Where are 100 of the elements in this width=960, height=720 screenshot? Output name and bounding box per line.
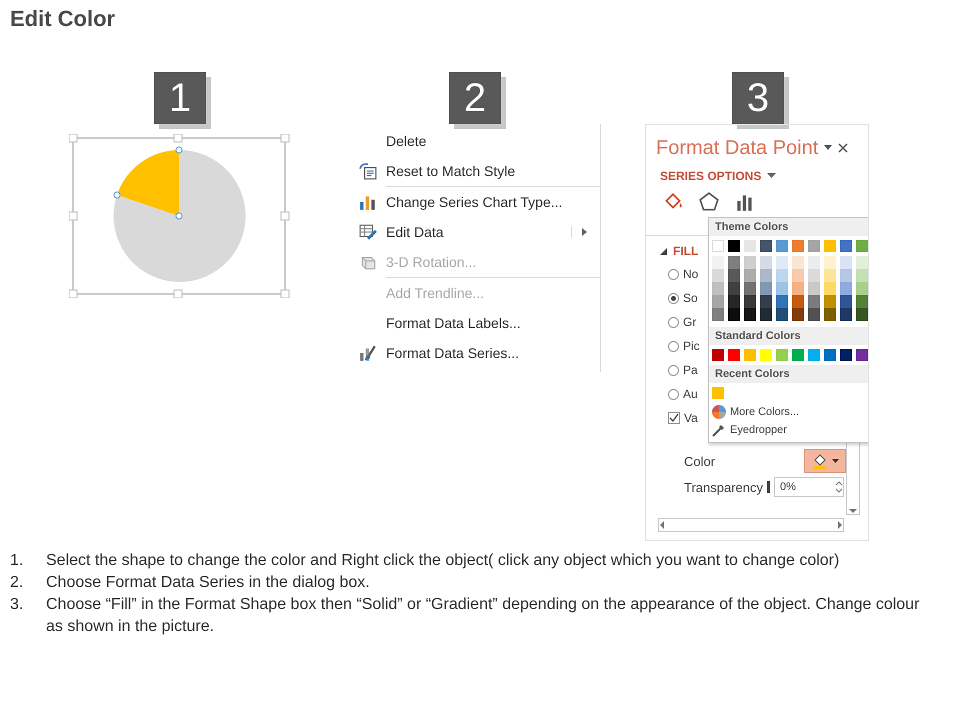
color-swatch[interactable] — [824, 256, 836, 269]
radio-button[interactable] — [668, 292, 679, 304]
color-swatch[interactable] — [728, 295, 740, 308]
color-swatch[interactable] — [760, 269, 772, 282]
color-swatch[interactable] — [792, 240, 804, 252]
color-swatch[interactable] — [824, 282, 836, 295]
caret-icon[interactable] — [767, 173, 776, 179]
color-swatch[interactable] — [760, 349, 772, 361]
slider-thumb[interactable] — [767, 481, 770, 493]
scroll-bar[interactable] — [658, 518, 844, 532]
color-swatch[interactable] — [712, 308, 724, 321]
color-swatch[interactable] — [792, 308, 804, 321]
color-swatch[interactable] — [760, 295, 772, 308]
color-swatch[interactable] — [744, 269, 756, 282]
menu-item[interactable]: Edit Data — [350, 217, 600, 247]
menu-link[interactable]: Eyedropper — [730, 424, 787, 436]
radio-button[interactable] — [668, 340, 679, 352]
color-swatch[interactable] — [744, 256, 756, 269]
color-swatch[interactable] — [824, 269, 836, 282]
color-swatch[interactable] — [712, 240, 724, 252]
color-swatch[interactable] — [728, 282, 740, 295]
color-swatch[interactable] — [856, 308, 868, 321]
selected-pie-slice[interactable] — [114, 146, 182, 220]
color-swatch[interactable] — [840, 349, 852, 361]
menu-item[interactable]: Format Data Series... — [350, 338, 600, 368]
color-swatch[interactable] — [728, 308, 740, 321]
color-swatch[interactable] — [744, 308, 756, 321]
color-swatch[interactable] — [840, 256, 852, 269]
color-swatch[interactable] — [840, 308, 852, 321]
color-swatch[interactable] — [808, 295, 820, 308]
color-swatch[interactable] — [744, 240, 756, 252]
color-swatch[interactable] — [856, 256, 868, 269]
radio-button[interactable] — [668, 364, 679, 376]
menu-item[interactable]: Format Data Labels... — [350, 308, 600, 338]
color-swatch[interactable] — [824, 240, 836, 252]
color-swatch[interactable] — [776, 269, 788, 282]
color-swatch[interactable] — [728, 349, 740, 361]
color-swatch[interactable] — [744, 295, 756, 308]
radio-button[interactable] — [668, 268, 679, 280]
color-swatch[interactable] — [760, 308, 772, 321]
color-swatch[interactable] — [808, 282, 820, 295]
color-swatch[interactable] — [760, 240, 772, 252]
scroll-bar[interactable] — [846, 443, 860, 515]
color-swatch[interactable] — [760, 256, 772, 269]
menu-link[interactable]: More Colors... — [730, 406, 800, 418]
color-swatch[interactable] — [776, 240, 788, 252]
color-swatch[interactable] — [712, 282, 724, 295]
color-swatch[interactable] — [856, 240, 868, 252]
color-swatch[interactable] — [776, 295, 788, 308]
color-swatch[interactable] — [856, 295, 868, 308]
spin-arrows-icon[interactable] — [835, 480, 843, 494]
color-swatch[interactable] — [712, 269, 724, 282]
color-swatch[interactable] — [776, 308, 788, 321]
color-swatch[interactable] — [712, 295, 724, 308]
selection-frame[interactable] — [69, 134, 290, 298]
color-swatch[interactable] — [792, 349, 804, 361]
color-swatch[interactable] — [728, 269, 740, 282]
color-swatch[interactable] — [712, 256, 724, 269]
dropdown-icon[interactable] — [824, 145, 832, 151]
color-swatch[interactable] — [792, 256, 804, 269]
color-swatch[interactable] — [840, 269, 852, 282]
close-icon[interactable] — [838, 143, 848, 153]
color-swatch[interactable] — [840, 282, 852, 295]
color-swatch[interactable] — [808, 308, 820, 321]
color-swatch[interactable] — [856, 269, 868, 282]
collapse-triangle-icon[interactable] — [660, 248, 667, 254]
section-dropdown[interactable]: SERIES OPTIONS — [660, 169, 762, 183]
color-swatch[interactable] — [792, 282, 804, 295]
color-swatch[interactable] — [728, 240, 740, 252]
menu-item[interactable]: Reset to Match Style — [350, 156, 600, 186]
color-swatch[interactable] — [712, 349, 724, 361]
menu-item[interactable]: Change Series Chart Type... — [386, 186, 600, 217]
color-swatch[interactable] — [824, 308, 836, 321]
color-swatch[interactable] — [792, 269, 804, 282]
transparency-field[interactable]: 0% — [774, 477, 844, 497]
color-swatch[interactable] — [840, 295, 852, 308]
color-swatch[interactable] — [840, 240, 852, 252]
pentagon-icon[interactable] — [698, 191, 720, 213]
color-swatch[interactable] — [760, 282, 772, 295]
color-swatch[interactable] — [808, 269, 820, 282]
radio-button[interactable] — [668, 316, 679, 328]
color-swatch[interactable] — [824, 349, 836, 361]
color-swatch[interactable] — [856, 282, 868, 295]
color-swatch[interactable] — [808, 240, 820, 252]
color-swatch[interactable] — [728, 256, 740, 269]
color-swatch[interactable] — [808, 349, 820, 361]
color-swatch[interactable] — [792, 295, 804, 308]
color-swatch[interactable] — [744, 349, 756, 361]
color-swatch[interactable] — [856, 349, 868, 361]
radio-button[interactable] — [668, 388, 679, 400]
color-swatch[interactable] — [712, 387, 724, 399]
color-swatch[interactable] — [808, 256, 820, 269]
color-swatch[interactable] — [744, 282, 756, 295]
menu-item[interactable]: Delete — [350, 126, 600, 156]
color-swatch[interactable] — [776, 349, 788, 361]
color-swatch[interactable] — [776, 256, 788, 269]
color-swatch[interactable] — [824, 295, 836, 308]
pie-slice[interactable] — [114, 150, 246, 282]
checkbox[interactable] — [668, 412, 680, 424]
color-button[interactable] — [804, 449, 846, 473]
